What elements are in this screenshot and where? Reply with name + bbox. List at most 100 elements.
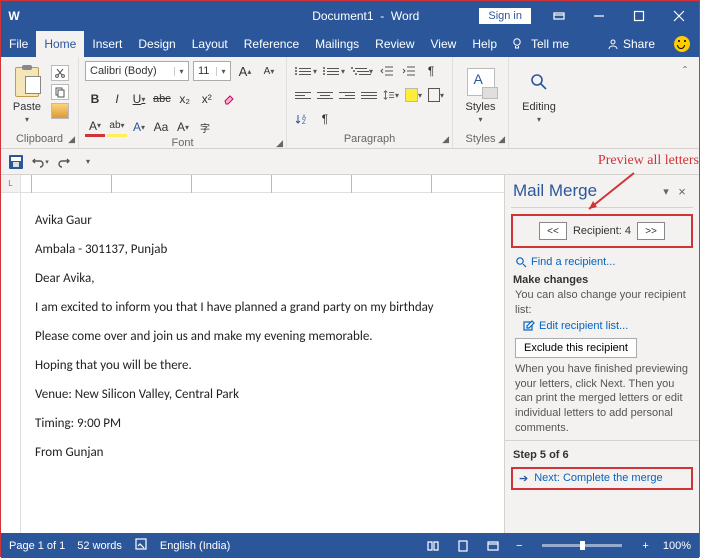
styles-button[interactable]: Styles ▾ [461, 61, 501, 124]
tab-design[interactable]: Design [130, 31, 183, 57]
tab-mailings[interactable]: Mailings [307, 31, 367, 57]
format-painter-button[interactable] [51, 103, 69, 119]
show-marks-button[interactable]: ¶ [421, 61, 441, 81]
read-mode-icon[interactable] [424, 539, 442, 553]
find-recipient-link[interactable]: Find a recipient... [531, 256, 615, 268]
border-icon [428, 88, 440, 102]
font-size-select[interactable]: 11▾ [193, 61, 231, 81]
save-button[interactable] [7, 153, 25, 171]
bullets-button[interactable]: ▾ [293, 61, 319, 81]
highlight-button[interactable]: ab▾ [107, 117, 127, 137]
tab-help[interactable]: Help [464, 31, 505, 57]
multilevel-button[interactable]: ▾ [349, 61, 375, 81]
cut-button[interactable] [51, 65, 69, 81]
ribbon-display-icon[interactable] [539, 1, 579, 31]
superscript-button[interactable]: x² [197, 89, 217, 109]
prev-recipient-button[interactable]: << [539, 222, 567, 240]
align-left-button[interactable] [293, 85, 313, 105]
minimize-icon[interactable] [579, 1, 619, 31]
tell-me-search[interactable]: Tell me [529, 31, 577, 57]
edit-recipient-list-link[interactable]: Edit recipient list... [539, 320, 628, 332]
paste-icon [15, 67, 39, 97]
bold-button[interactable]: B [85, 89, 105, 109]
web-layout-icon[interactable] [484, 539, 502, 553]
doc-line: Hoping that you will be there. [35, 358, 490, 373]
change-case-button[interactable]: Aa [151, 117, 171, 137]
numbering-icon [323, 63, 341, 79]
exclude-recipient-button[interactable]: Exclude this recipient [515, 338, 637, 358]
increase-indent-button[interactable] [399, 61, 419, 81]
feedback-smiley-icon[interactable] [665, 31, 699, 57]
print-layout-icon[interactable] [454, 539, 472, 553]
align-right-button[interactable] [337, 85, 357, 105]
zoom-out-button[interactable]: − [514, 540, 524, 552]
pane-dropdown-icon[interactable]: ▾ [659, 185, 673, 198]
dialog-launcher-icon[interactable]: ◢ [68, 134, 75, 145]
next-complete-merge-link[interactable]: Next: Complete the merge [534, 472, 662, 484]
group-editing: Editing ▾ [509, 57, 569, 148]
line-spacing-icon [383, 89, 395, 101]
lightbulb-icon[interactable] [505, 31, 529, 57]
tab-file[interactable]: File [1, 31, 36, 57]
tab-review[interactable]: Review [367, 31, 422, 57]
qat-customize-icon[interactable]: ▾ [79, 153, 97, 171]
redo-button[interactable] [55, 153, 73, 171]
sort-button[interactable]: AZ [293, 109, 313, 129]
chevron-down-icon: ▾ [25, 115, 29, 124]
text-effects-button[interactable]: A▾ [129, 117, 149, 137]
arrow-right-icon: ➔ [519, 472, 528, 485]
strikethrough-button[interactable]: abc [151, 89, 173, 109]
font-family-select[interactable]: Calibri (Body)▾ [85, 61, 189, 81]
enclose-char-button[interactable]: 字 [195, 117, 215, 137]
find-icon [528, 71, 550, 93]
font-color-button[interactable]: A▾ [85, 117, 105, 137]
underline-button[interactable]: U▾ [129, 89, 149, 109]
numbering-button[interactable]: ▾ [321, 61, 347, 81]
italic-button[interactable]: I [107, 89, 127, 109]
shrink-font-button[interactable]: A▾ [259, 61, 279, 81]
share-button[interactable]: Share [597, 31, 665, 57]
clear-format-button[interactable] [219, 89, 239, 109]
copy-button[interactable] [51, 84, 69, 100]
ruler-corner: L [1, 175, 21, 193]
undo-button[interactable]: ▾ [31, 153, 49, 171]
document-page[interactable]: Avika Gaur Ambala - 301137, Punjab Dear … [21, 193, 504, 533]
align-center-button[interactable] [315, 85, 335, 105]
line-spacing-button[interactable]: ▾ [381, 85, 401, 105]
dialog-launcher-icon[interactable]: ◢ [442, 134, 449, 145]
paste-button[interactable]: Paste ▾ [7, 61, 47, 124]
proofing-icon[interactable] [134, 537, 148, 554]
dialog-launcher-icon[interactable]: ◢ [498, 134, 505, 145]
grow-font-button[interactable]: A▴ [235, 61, 255, 81]
horizontal-ruler[interactable] [21, 175, 504, 193]
justify-button[interactable] [359, 85, 379, 105]
borders-button[interactable]: ▾ [426, 85, 446, 105]
close-icon[interactable] [659, 1, 699, 31]
group-font: Calibri (Body)▾ 11▾ A▴ A▾ B I U▾ abc x₂ … [79, 57, 287, 148]
dialog-launcher-icon[interactable]: ◢ [276, 138, 283, 149]
shading-button[interactable]: ▾ [403, 85, 424, 105]
collapse-ribbon-icon[interactable]: ˆ [675, 61, 695, 81]
pane-close-icon[interactable]: × [673, 184, 691, 199]
chevron-down-icon: ▾ [537, 115, 541, 124]
tab-layout[interactable]: Layout [184, 31, 236, 57]
maximize-icon[interactable] [619, 1, 659, 31]
tab-home[interactable]: Home [36, 31, 84, 57]
next-recipient-button[interactable]: >> [637, 222, 665, 240]
vertical-ruler[interactable] [1, 193, 21, 533]
pilcrow-button[interactable]: ¶ [315, 109, 335, 129]
decrease-indent-button[interactable] [377, 61, 397, 81]
zoom-slider[interactable] [542, 544, 622, 547]
tab-insert[interactable]: Insert [84, 31, 130, 57]
page-indicator[interactable]: Page 1 of 1 [9, 540, 65, 552]
tab-view[interactable]: View [423, 31, 465, 57]
sign-in-button[interactable]: Sign in [479, 8, 531, 24]
zoom-in-button[interactable]: + [640, 540, 650, 552]
editing-button[interactable]: Editing ▾ [519, 61, 559, 124]
zoom-level[interactable]: 100% [663, 540, 691, 552]
subscript-button[interactable]: x₂ [175, 89, 195, 109]
word-count[interactable]: 52 words [77, 540, 122, 552]
tab-references[interactable]: Reference [236, 31, 307, 57]
char-border-button[interactable]: A▾ [173, 117, 193, 137]
language-indicator[interactable]: English (India) [160, 540, 230, 552]
